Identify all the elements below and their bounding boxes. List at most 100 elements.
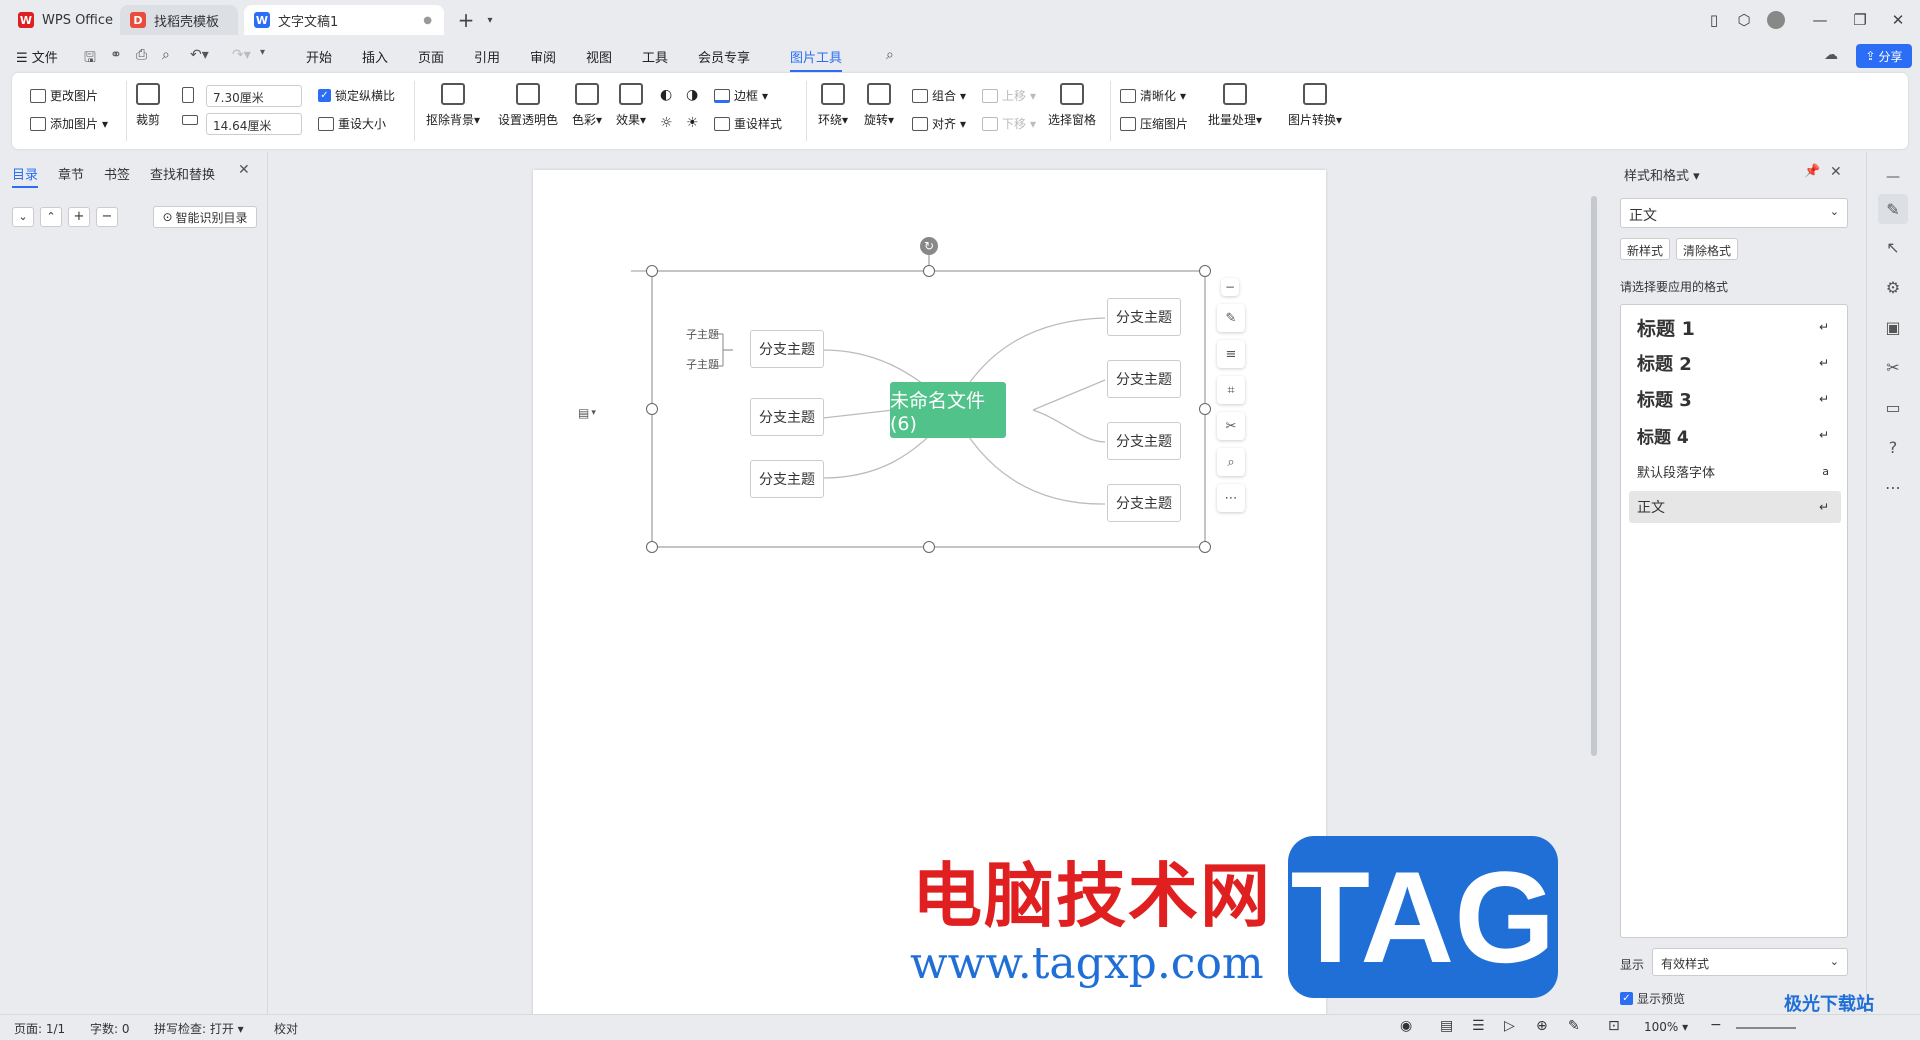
image-edit-icon[interactable]: ▣ xyxy=(1880,314,1906,340)
more-chevron-icon[interactable]: ▾ xyxy=(260,47,265,58)
preview-icon[interactable]: ⌕ xyxy=(162,47,170,63)
close-styles-icon[interactable]: ✕ xyxy=(1830,164,1842,180)
brightness-down-icon[interactable]: ☀ xyxy=(686,115,699,131)
reset-size-button[interactable]: 重设大小 xyxy=(318,115,386,132)
convert-picture-button[interactable]: 图片转换▾ xyxy=(1288,83,1342,128)
edit-image-icon[interactable]: ✎ xyxy=(1217,304,1245,332)
play-icon[interactable]: ▷ xyxy=(1504,1018,1515,1034)
link-icon[interactable]: ⚭ xyxy=(110,47,122,63)
cloud-icon[interactable]: ☁ xyxy=(1824,47,1838,63)
unsaved-dot-icon[interactable]: ● xyxy=(423,15,432,26)
tab-document[interactable]: W 文字文稿1 ● xyxy=(244,5,444,35)
resize-handle-ne[interactable] xyxy=(1199,265,1211,277)
collapse-sidebar-icon[interactable]: — xyxy=(1880,164,1906,190)
menu-view[interactable]: 视图 xyxy=(586,47,612,66)
compress-button[interactable]: 压缩图片 xyxy=(1120,115,1188,132)
menu-insert[interactable]: 插入 xyxy=(362,47,388,66)
tab-chapter[interactable]: 章节 xyxy=(58,164,84,183)
tools-sidebar-icon[interactable]: ✂ xyxy=(1880,354,1906,380)
share-button[interactable]: ⇪ 分享 xyxy=(1856,44,1912,68)
style-body[interactable]: 正文 ↵ xyxy=(1629,491,1841,523)
style-heading-1[interactable]: 标题 1 ↵ xyxy=(1629,311,1841,343)
page-view-icon[interactable]: ▤ xyxy=(1440,1018,1453,1034)
menu-picture-tools[interactable]: 图片工具 xyxy=(790,47,843,72)
crop-button[interactable]: 裁剪 xyxy=(136,83,160,128)
resize-handle-nw[interactable] xyxy=(646,265,658,277)
resize-handle-s[interactable] xyxy=(923,541,935,553)
zoom-level[interactable]: 100% ▾ xyxy=(1644,1020,1688,1034)
menu-start[interactable]: 开始 xyxy=(306,47,332,66)
sharpen-button[interactable]: 清晰化 ▾ xyxy=(1120,87,1186,104)
vertical-scrollbar[interactable] xyxy=(1589,156,1599,1006)
resize-handle-e[interactable] xyxy=(1199,403,1211,415)
smart-toc-button[interactable]: ⊙ 智能识别目录 xyxy=(153,206,257,228)
selection-pane-button[interactable]: 选择窗格 xyxy=(1048,83,1096,128)
effect-button[interactable]: 效果▾ xyxy=(616,83,646,128)
tab-list-chevron-icon[interactable]: ▾ xyxy=(476,8,504,32)
tab-toc[interactable]: 目录 xyxy=(12,164,39,188)
outline-view-icon[interactable]: ☰ xyxy=(1472,1018,1485,1034)
close-icon[interactable]: ✕ xyxy=(1884,8,1912,32)
collapse-icon[interactable]: ⌄ xyxy=(12,207,34,227)
menu-member[interactable]: 会员专享 xyxy=(698,47,750,66)
menu-page[interactable]: 页面 xyxy=(418,47,444,66)
close-pane-icon[interactable]: ✕ xyxy=(238,162,250,178)
save-icon[interactable]: 🖫 xyxy=(84,47,96,71)
style-heading-3[interactable]: 标题 3 ↵ xyxy=(1629,383,1841,415)
brightness-icon[interactable]: ☼ xyxy=(660,115,673,131)
resize-handle-w[interactable] xyxy=(646,403,658,415)
move-down-button[interactable]: 下移 ▾ xyxy=(982,115,1036,132)
expand-icon[interactable]: ⌃ xyxy=(40,207,62,227)
file-menu[interactable]: ☰ 文件 xyxy=(16,47,58,66)
fit-icon[interactable]: ⊡ xyxy=(1608,1018,1620,1034)
crop-float-icon[interactable]: ⌗ xyxy=(1217,376,1245,404)
rotate-handle-icon[interactable]: ↻ xyxy=(920,237,938,255)
style-heading-2[interactable]: 标题 2 ↵ xyxy=(1629,347,1841,379)
brightness-up-icon[interactable]: ◐ xyxy=(660,87,672,103)
restore-icon[interactable]: ❐ xyxy=(1846,8,1874,32)
tools-icon[interactable]: ✂ xyxy=(1217,412,1245,440)
help-icon[interactable]: ? xyxy=(1880,434,1906,460)
menu-tools[interactable]: 工具 xyxy=(642,47,668,66)
style-heading-4[interactable]: 标题 4 ↵ xyxy=(1629,419,1841,451)
color-button[interactable]: 色彩▾ xyxy=(572,83,602,128)
pin-icon[interactable]: 📌 xyxy=(1804,164,1820,179)
remove-level-icon[interactable]: − xyxy=(96,207,118,227)
resize-handle-sw[interactable] xyxy=(646,541,658,553)
web-view-icon[interactable]: ⊕ xyxy=(1536,1018,1548,1034)
tab-docer[interactable]: D 找稻壳模板 xyxy=(120,5,238,35)
cube-icon[interactable]: ⬡ xyxy=(1730,8,1758,32)
add-picture-button[interactable]: 添加图片 ▾ xyxy=(30,115,108,132)
select-cursor-icon[interactable]: ↖ xyxy=(1880,234,1906,260)
wrap-text-icon[interactable]: ≡ xyxy=(1217,340,1245,368)
more-icon[interactable]: ⋯ xyxy=(1217,484,1245,512)
zoom-out-icon[interactable]: − xyxy=(1710,1017,1722,1033)
group-button[interactable]: 组合 ▾ xyxy=(912,87,966,104)
eye-icon[interactable]: ◉ xyxy=(1400,1018,1412,1034)
contrast-icon[interactable]: ◑ xyxy=(686,87,698,103)
new-style-button[interactable]: 新样式 xyxy=(1620,238,1671,260)
minimize-icon[interactable]: — xyxy=(1806,8,1834,32)
change-picture-button[interactable]: 更改图片 xyxy=(30,87,98,104)
border-button[interactable]: 边框 ▾ xyxy=(714,87,768,104)
clear-format-button[interactable]: 清除格式 xyxy=(1676,238,1739,260)
undo-icon[interactable]: ↶▾ xyxy=(190,47,209,63)
pen-icon[interactable]: ✎ xyxy=(1568,1018,1580,1034)
tab-find-replace[interactable]: 查找和替换 xyxy=(150,164,215,183)
print-icon[interactable]: ⎙ xyxy=(136,47,147,63)
proofread-button[interactable]: 校对 xyxy=(274,1020,298,1037)
search-icon[interactable]: ⌕ xyxy=(886,47,894,63)
spell-check-toggle[interactable]: 拼写检查: 打开 ▾ xyxy=(154,1020,244,1037)
move-up-button[interactable]: 上移 ▾ xyxy=(982,87,1036,104)
style-pen-icon[interactable]: ✎ xyxy=(1878,194,1908,224)
show-filter-select[interactable]: 有效样式 ⌄ xyxy=(1652,948,1848,976)
layout-icon[interactable]: ▯ xyxy=(1700,8,1728,32)
more-sidebar-icon[interactable]: ⋯ xyxy=(1880,474,1906,500)
height-input[interactable]: 14.64厘米 xyxy=(206,113,302,135)
avatar[interactable] xyxy=(1762,8,1790,32)
wrap-button[interactable]: 环绕▾ xyxy=(818,83,848,128)
resize-handle-n[interactable] xyxy=(923,265,935,277)
add-level-icon[interactable]: + xyxy=(68,207,90,227)
remove-background-button[interactable]: 抠除背景▾ xyxy=(426,83,480,128)
reset-style-button[interactable]: 重设样式 xyxy=(714,115,782,132)
